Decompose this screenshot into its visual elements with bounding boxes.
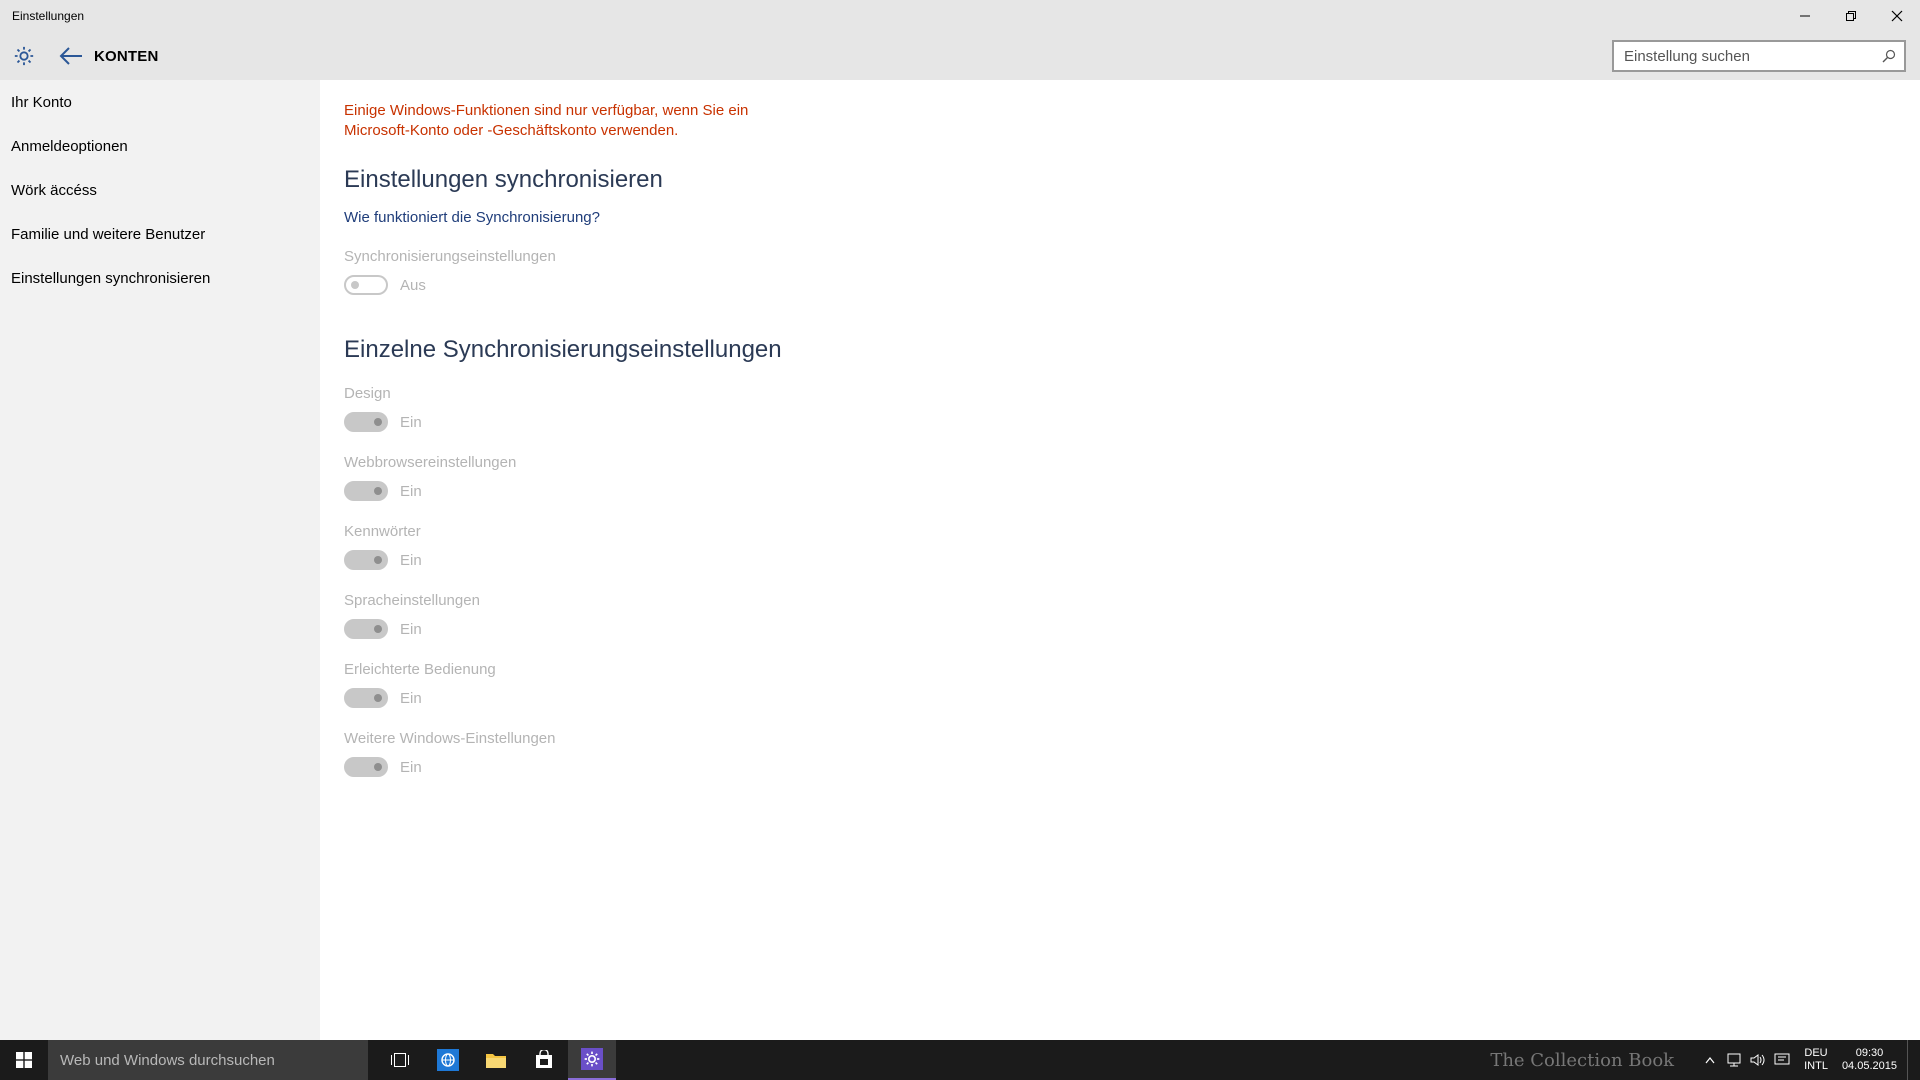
start-button[interactable] [0, 1040, 48, 1080]
clock-date: 04.05.2015 [1841, 1060, 1897, 1072]
clock[interactable]: 09:30 04.05.2015 [1842, 1047, 1897, 1073]
setting-webbrowser: Webbrowsereinstellungen Ein [344, 454, 1904, 501]
title-bar: Einstellungen [0, 0, 1920, 32]
sync-setting-label: Synchronisierungseinstellungen [344, 248, 556, 265]
toggle-knob [374, 418, 382, 426]
toggle-knob [374, 694, 382, 702]
sync-toggle[interactable] [344, 275, 388, 295]
file-explorer-button[interactable] [472, 1040, 520, 1080]
volume-icon[interactable] [1746, 1040, 1770, 1080]
toggle-row: Ein [344, 412, 1904, 432]
windows-logo-icon [16, 1052, 32, 1068]
toggle-state: Ein [400, 482, 422, 500]
sidebar-item-ihr-konto[interactable]: Ihr Konto [0, 80, 320, 124]
other-windows-toggle[interactable] [344, 757, 388, 777]
system-tray: The Collection Book DEU INTL 09:30 04.05… [1490, 1040, 1912, 1080]
task-view-icon [391, 1053, 409, 1067]
setting-label: Erleichterte Bedienung [344, 661, 496, 678]
app-header: KONTEN [0, 32, 1920, 80]
network-icon[interactable] [1722, 1040, 1746, 1080]
close-button[interactable] [1874, 0, 1920, 32]
toggle-row: Ein [344, 550, 1904, 570]
setting-label: Kennwörter [344, 523, 421, 540]
chevron-up-icon[interactable] [1698, 1040, 1722, 1080]
restore-icon [1846, 11, 1856, 21]
keyboard-layout: INTL [1804, 1060, 1828, 1072]
page-title: KONTEN [94, 47, 159, 65]
toggle-row: Ein [344, 757, 1904, 777]
toggle-knob [374, 487, 382, 495]
window-title: Einstellungen [12, 9, 85, 23]
taskbar: Web und Windows durchsuchen The Collecti… [0, 1040, 1920, 1080]
settings-app-button[interactable] [568, 1040, 616, 1080]
toggle-knob [351, 281, 359, 289]
toggle-knob [374, 625, 382, 633]
search-icon[interactable] [1878, 45, 1900, 67]
input-language[interactable]: DEU INTL [1804, 1047, 1828, 1073]
store-icon [536, 1050, 552, 1068]
store-app-button[interactable] [520, 1040, 568, 1080]
show-desktop-button[interactable] [1907, 1040, 1912, 1080]
setting-label: Design [344, 385, 391, 402]
sidebar-item-familie[interactable]: Familie und weitere Benutzer [0, 212, 320, 256]
clock-time: 09:30 [1855, 1047, 1884, 1059]
toggle-row: Ein [344, 481, 1904, 501]
close-icon [1891, 10, 1903, 22]
sidebar-item-work-access[interactable]: Wörk äccéss [0, 168, 320, 212]
setting-design: Design Ein [344, 385, 1904, 432]
folder-icon [486, 1054, 506, 1068]
webbrowser-toggle[interactable] [344, 481, 388, 501]
toggle-knob [374, 556, 382, 564]
setting-other-windows: Weitere Windows-Einstellungen Ein [344, 730, 1904, 777]
minimize-icon [1800, 15, 1810, 17]
warning-line-2: Microsoft-Konto oder -Geschäftskonto ver… [344, 122, 679, 139]
language-code: DEU [1804, 1047, 1828, 1059]
sync-toggle-state: Aus [400, 276, 426, 294]
main-content: Einige Windows-Funktionen sind nur verfü… [344, 80, 1904, 777]
toggle-state: Ein [400, 758, 422, 776]
notification-icon[interactable] [1770, 1040, 1794, 1080]
setting-label: Spracheinstellungen [344, 592, 480, 609]
task-view-button[interactable] [376, 1040, 424, 1080]
sync-toggle-row: Aus [344, 275, 1904, 295]
setting-ease-of-access: Erleichterte Bedienung Ein [344, 661, 1904, 708]
window-controls [1782, 0, 1920, 32]
ease-of-access-toggle[interactable] [344, 688, 388, 708]
setting-passwords: Kennwörter Ein [344, 523, 1904, 570]
toggle-knob [374, 763, 382, 771]
settings-gear-icon [581, 1048, 603, 1070]
browser-app-button[interactable] [424, 1040, 472, 1080]
watermark-text: The Collection Book [1490, 1049, 1675, 1071]
setting-label: Weitere Windows-Einstellungen [344, 730, 556, 747]
taskbar-search-box[interactable]: Web und Windows durchsuchen [48, 1040, 368, 1080]
search-input[interactable] [1614, 46, 1878, 66]
toggle-row: Ein [344, 619, 1904, 639]
individual-sync-heading: Einzelne Synchronisierungseinstellungen [344, 336, 782, 363]
taskbar-apps [376, 1040, 616, 1080]
warning-line-1: Einige Windows-Funktionen sind nur verfü… [344, 102, 749, 119]
toggle-row: Ein [344, 688, 1904, 708]
toggle-state: Ein [400, 689, 422, 707]
setting-label: Webbrowsereinstellungen [344, 454, 517, 471]
passwords-toggle[interactable] [344, 550, 388, 570]
toggle-state: Ein [400, 551, 422, 569]
minimize-button[interactable] [1782, 0, 1828, 32]
account-warning: Einige Windows-Funktionen sind nur verfü… [344, 101, 784, 141]
settings-search-box[interactable] [1612, 40, 1906, 72]
back-arrow-icon[interactable] [58, 44, 84, 68]
sync-setting: Synchronisierungseinstellungen Aus [344, 248, 1904, 295]
globe-icon [437, 1049, 459, 1071]
sidebar-item-sync[interactable]: Einstellungen synchronisieren [0, 256, 320, 300]
setting-language: Spracheinstellungen Ein [344, 592, 1904, 639]
maximize-button[interactable] [1828, 0, 1874, 32]
design-toggle[interactable] [344, 412, 388, 432]
sidebar-item-anmeldeoptionen[interactable]: Anmeldeoptionen [0, 124, 320, 168]
language-toggle[interactable] [344, 619, 388, 639]
sidebar: Ihr Konto Anmeldeoptionen Wörk äccéss Fa… [0, 80, 320, 1040]
sync-heading: Einstellungen synchronisieren [344, 166, 663, 193]
sync-help-link[interactable]: Wie funktioniert die Synchronisierung? [344, 209, 1904, 226]
gear-icon [12, 44, 36, 68]
toggle-state: Ein [400, 413, 422, 431]
toggle-state: Ein [400, 620, 422, 638]
